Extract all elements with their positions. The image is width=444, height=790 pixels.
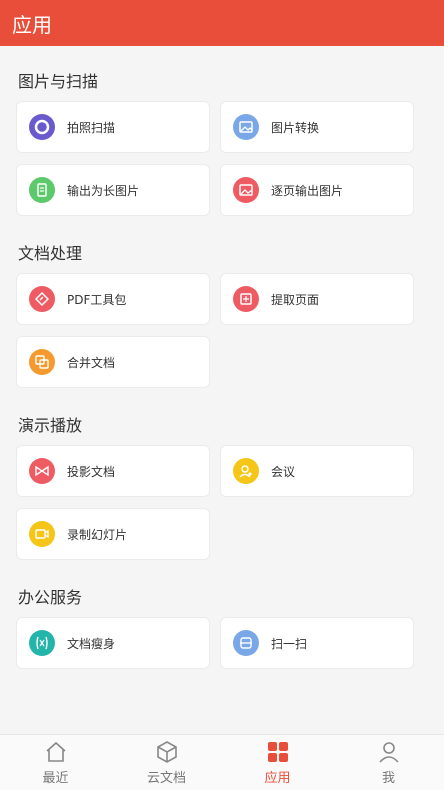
card-label: 会议 <box>271 464 296 479</box>
tab-apps[interactable]: 应用 <box>222 735 333 790</box>
camera-scan-icon <box>29 114 55 140</box>
page-title: 应用 <box>12 12 52 37</box>
slim-doc-icon <box>29 630 55 656</box>
user-icon <box>376 739 402 765</box>
apps-icon <box>265 739 291 765</box>
record-slides-icon <box>29 521 55 547</box>
long-image-icon <box>29 177 55 203</box>
tab-label: 应用 <box>264 771 291 786</box>
meeting-icon <box>233 458 259 484</box>
card-scan-qr[interactable]: 扫一扫 <box>220 617 414 669</box>
app-header: 应用 <box>0 0 444 46</box>
tab-cloud-docs[interactable]: 云文档 <box>111 735 222 790</box>
section-title-office-services: 办公服务 <box>18 588 83 607</box>
merge-docs-icon <box>29 349 55 375</box>
card-label: 图片转换 <box>271 120 320 135</box>
projection-icon <box>29 458 55 484</box>
bottom-tab-bar: 最近 云文档 应用 我 <box>0 734 444 790</box>
card-label: 提取页面 <box>271 292 320 307</box>
page-image-icon <box>233 177 259 203</box>
tab-label: 我 <box>381 771 395 786</box>
cloud-doc-icon <box>154 739 180 765</box>
card-label: PDF工具包 <box>67 292 127 307</box>
card-label: 合并文档 <box>67 355 116 370</box>
section-title-presentation: 演示播放 <box>18 416 83 435</box>
image-convert-icon <box>233 114 259 140</box>
card-page-image[interactable]: 逐页输出图片 <box>220 164 414 216</box>
card-label: 录制幻灯片 <box>67 527 128 542</box>
card-label: 投影文档 <box>67 464 116 479</box>
card-label: 文档瘦身 <box>67 636 116 651</box>
section-title-doc-processing: 文档处理 <box>18 244 83 263</box>
tab-label: 云文档 <box>146 771 186 786</box>
card-merge-docs[interactable]: 合并文档 <box>16 336 210 388</box>
card-label: 逐页输出图片 <box>271 183 344 198</box>
home-icon <box>43 739 69 765</box>
card-record-slides[interactable]: 录制幻灯片 <box>16 508 210 560</box>
tab-me[interactable]: 我 <box>333 735 444 790</box>
scan-qr-icon <box>233 630 259 656</box>
card-slim-doc[interactable]: 文档瘦身 <box>16 617 210 669</box>
card-extract-page[interactable]: 提取页面 <box>220 273 414 325</box>
tab-label: 最近 <box>42 771 69 786</box>
card-projection[interactable]: 投影文档 <box>16 445 210 497</box>
section-title-image-scan: 图片与扫描 <box>18 72 99 91</box>
card-image-convert[interactable]: 图片转换 <box>220 101 414 153</box>
tab-recent[interactable]: 最近 <box>0 735 111 790</box>
card-photo-scan[interactable]: 拍照扫描 <box>16 101 210 153</box>
card-label: 拍照扫描 <box>67 120 116 135</box>
card-label: 扫一扫 <box>271 636 308 651</box>
card-pdf-toolkit[interactable]: PDF工具包 <box>16 273 210 325</box>
card-label: 输出为长图片 <box>67 183 140 198</box>
card-meeting[interactable]: 会议 <box>220 445 414 497</box>
extract-page-icon <box>233 286 259 312</box>
card-long-image[interactable]: 输出为长图片 <box>16 164 210 216</box>
pdf-toolkit-icon <box>29 286 55 312</box>
